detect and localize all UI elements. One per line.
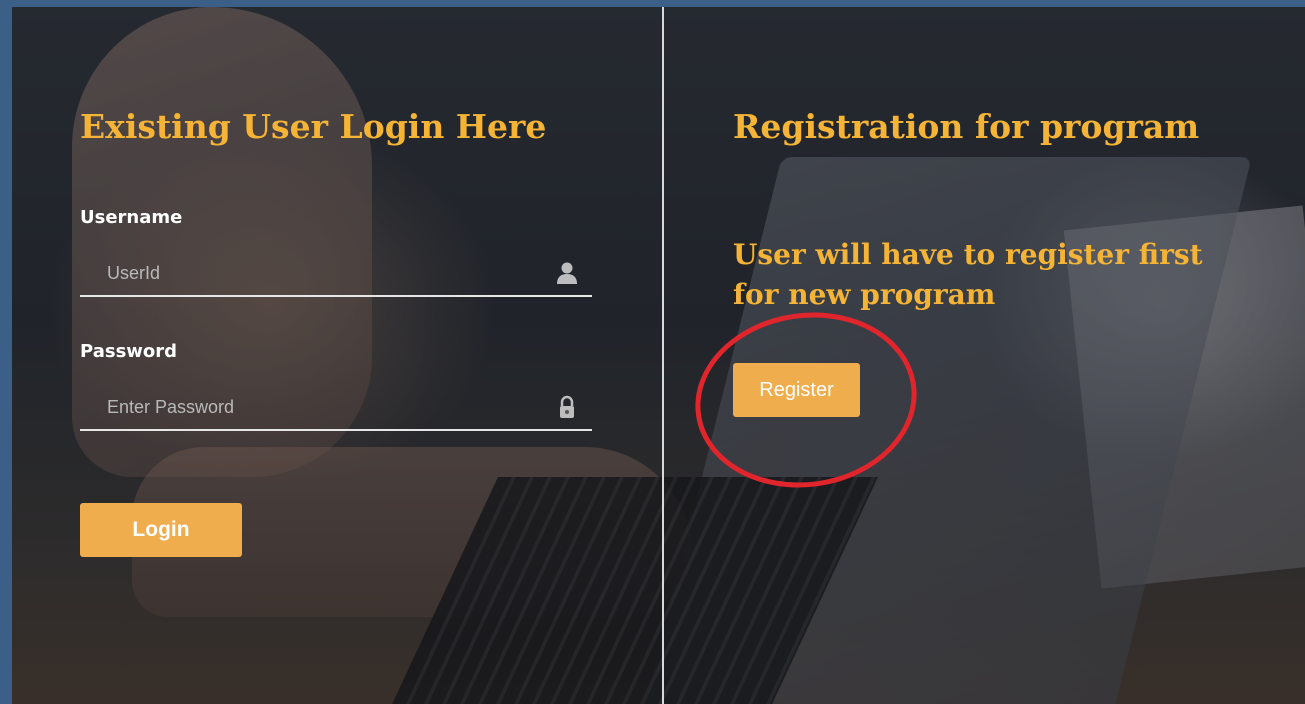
password-input[interactable]	[80, 385, 569, 429]
registration-subtitle: User will have to register first for new…	[733, 238, 1203, 311]
login-button[interactable]: Login	[80, 503, 242, 557]
lock-icon	[560, 395, 574, 418]
password-label: Password	[80, 341, 178, 362]
login-page-background: Existing User Login Here Username Passwo…	[12, 7, 1305, 704]
username-field-wrapper	[80, 251, 592, 297]
username-label: Username	[80, 207, 183, 228]
login-title: Existing User Login Here	[80, 107, 547, 146]
panel-divider	[662, 7, 664, 704]
user-icon	[557, 262, 577, 284]
password-field-wrapper	[80, 385, 592, 431]
registration-title: Registration for program	[733, 107, 1200, 146]
username-input[interactable]	[80, 251, 569, 295]
